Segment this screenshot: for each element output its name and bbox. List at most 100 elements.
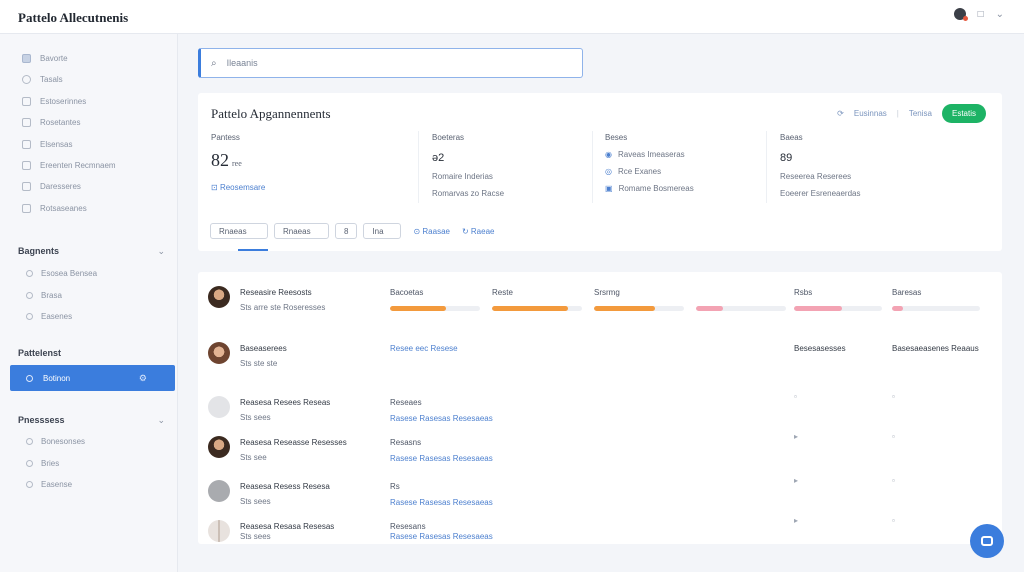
row-link[interactable]: Rasese Rasesas Resesaeas bbox=[390, 454, 493, 463]
row-cell: Resesans bbox=[390, 522, 426, 531]
row-mark: ▸ bbox=[794, 432, 799, 441]
progress-bar bbox=[390, 306, 480, 311]
card-action-link[interactable]: Eusinnas bbox=[854, 109, 887, 118]
document-icon bbox=[22, 118, 31, 127]
card-action-link[interactable]: Tenisa bbox=[909, 109, 932, 118]
filter-select[interactable]: Rnaeas bbox=[210, 223, 268, 239]
filter-select[interactable]: Rnaeas bbox=[274, 223, 329, 239]
sidebar-item-7[interactable]: Rotsaseanes bbox=[22, 204, 87, 213]
stat-row: ◎ Rce Exanes bbox=[605, 167, 662, 176]
sidebar-subitem[interactable]: Easenes bbox=[26, 312, 72, 321]
progress-fill bbox=[892, 306, 903, 311]
avatar bbox=[208, 436, 230, 458]
chevron-down-icon[interactable]: ⌄ bbox=[996, 9, 1004, 20]
filter-bar: Rnaeas Rnaeas 8 Ina ⊙ Raasae ↻ Raeae bbox=[210, 223, 494, 239]
window-icon[interactable]: □ bbox=[978, 9, 984, 20]
sidebar-section-title[interactable]: Pnesssess bbox=[18, 415, 65, 425]
row-link[interactable]: Resee eec Resese bbox=[390, 344, 458, 353]
table-row[interactable]: Reasesa Resasa Resesas Sts sees Resesans… bbox=[198, 512, 1002, 562]
divider: | bbox=[896, 109, 899, 118]
sidebar-item-1[interactable]: Tasals bbox=[22, 75, 63, 84]
gear-icon[interactable]: ⚙ bbox=[139, 373, 147, 384]
circle-icon bbox=[26, 313, 33, 320]
row-cell: Reseaes bbox=[390, 398, 422, 407]
sidebar-item-2[interactable]: Estoserinnes bbox=[22, 97, 86, 106]
refresh-icon[interactable]: ⟳ bbox=[837, 109, 844, 118]
chat-icon bbox=[981, 536, 993, 546]
sidebar-item-6[interactable]: Daresseres bbox=[22, 182, 81, 191]
row-link[interactable]: Rasese Rasesas Resesaeas bbox=[390, 414, 493, 423]
top-bar: Pattelo Allecutnenis □ ⌄ bbox=[0, 0, 1024, 34]
sidebar-item-3[interactable]: Rosetantes bbox=[22, 118, 80, 127]
row-mark: ▫ bbox=[892, 392, 895, 401]
sidebar-subitem[interactable]: Brasa bbox=[26, 291, 62, 300]
filter-link[interactable]: ⊙ Raasae bbox=[413, 227, 450, 236]
sidebar-item-5[interactable]: Ereenten Recmnaem bbox=[22, 161, 116, 170]
progress-fill bbox=[492, 306, 568, 311]
divider bbox=[766, 131, 767, 203]
sidebar-section-title[interactable]: Pattelenst bbox=[18, 348, 61, 358]
chat-button[interactable] bbox=[970, 524, 1004, 558]
stat-block: Baeas 89 Reseerea Reserees Eoeerer Esren… bbox=[780, 133, 950, 198]
sidebar-subitem[interactable]: Easense bbox=[26, 480, 72, 489]
divider bbox=[592, 131, 593, 203]
card-title: Pattelo Apgannennents bbox=[211, 106, 331, 121]
row-cell: Rs bbox=[390, 482, 400, 491]
sidebar-item-label: Daresseres bbox=[40, 182, 81, 191]
filter-link[interactable]: ↻ Raeae bbox=[462, 227, 495, 236]
row-sub: Sts see bbox=[240, 453, 267, 462]
sidebar-subitem[interactable]: Bries bbox=[26, 459, 59, 468]
table-row[interactable]: Baseaserees Sts ste ste Resee eec Resese… bbox=[198, 334, 1002, 384]
row-mark: ▫ bbox=[892, 516, 895, 525]
filter-select[interactable]: 8 bbox=[335, 223, 358, 239]
stat-value: ə2 bbox=[432, 152, 445, 164]
stat-row: ◉ Raveas Imeaseras bbox=[605, 150, 685, 159]
sidebar-item-label: Estoserinnes bbox=[40, 97, 87, 106]
progress-bar bbox=[594, 306, 684, 311]
progress-bar bbox=[492, 306, 582, 311]
progress-fill bbox=[390, 306, 446, 311]
search-icon: ⌕ bbox=[211, 57, 217, 69]
search-box[interactable]: ⌕ bbox=[198, 48, 583, 78]
list-icon bbox=[22, 140, 31, 149]
row-name: Reasesa Reseasse Resesses bbox=[240, 438, 347, 447]
primary-button[interactable]: Estatis bbox=[941, 104, 986, 123]
chevron-down-icon[interactable]: ⌄ bbox=[157, 415, 165, 426]
circle-icon bbox=[26, 481, 33, 488]
stat-sub: Eoeerer Esreneaerdas bbox=[780, 189, 861, 198]
row-name: Reasesa Resess Resesa bbox=[240, 482, 330, 491]
circle-icon bbox=[26, 374, 33, 382]
card-actions: ⟳ Eusinnas | Tenisa Estatis bbox=[837, 104, 986, 123]
sidebar-item-label: Rosetantes bbox=[40, 118, 81, 127]
row-name: Baseaserees bbox=[240, 344, 287, 353]
stat-link[interactable]: ⊡ Reosemsare bbox=[211, 183, 381, 192]
table-row[interactable]: Reseasire Reesosts Sts arre ste Roseress… bbox=[198, 278, 1002, 328]
sidebar-item-4[interactable]: Elsensas bbox=[22, 140, 72, 149]
sidebar-section-title[interactable]: Bagnents bbox=[18, 246, 59, 256]
stat-label: Pantess bbox=[211, 133, 240, 142]
stat-value: 89 bbox=[780, 152, 793, 164]
column-header: Srsrmg bbox=[594, 288, 620, 297]
filter-select[interactable]: Ina bbox=[363, 223, 402, 239]
row-link[interactable]: Rasese Rasesas Resesaeas bbox=[390, 498, 493, 507]
sidebar-subitem[interactable]: Bonesonses bbox=[26, 437, 85, 446]
sidebar-item-label: Botinon bbox=[43, 373, 71, 383]
search-input[interactable] bbox=[226, 58, 527, 68]
clock-icon: ◎ bbox=[605, 167, 612, 176]
table-row[interactable]: Reasesa Reseasse Resesses Sts see Resasn… bbox=[198, 428, 1002, 478]
row-link[interactable]: Rasese Rasesas Resesaeas bbox=[390, 532, 493, 541]
row-mark: ▫ bbox=[892, 432, 895, 441]
progress-bar bbox=[794, 306, 882, 311]
row-sub: Sts arre ste Roseresses bbox=[240, 303, 326, 312]
sidebar-item-active[interactable]: Botinon ⚙ bbox=[10, 365, 175, 391]
patients-table: Reseasire Reesosts Sts arre ste Roseress… bbox=[198, 272, 1002, 544]
row-mark: ▫ bbox=[892, 476, 895, 485]
chevron-down-icon[interactable]: ⌄ bbox=[157, 246, 165, 257]
sidebar-item-0[interactable]: Bavorte bbox=[22, 54, 68, 63]
avatar bbox=[208, 520, 230, 542]
stat-sub: Romaire Inderias bbox=[432, 172, 493, 181]
user-avatar[interactable] bbox=[953, 8, 968, 21]
sidebar-subitem[interactable]: Esosea Bensea bbox=[26, 269, 97, 278]
globe-icon: ◉ bbox=[605, 150, 612, 159]
circle-icon bbox=[26, 438, 33, 445]
